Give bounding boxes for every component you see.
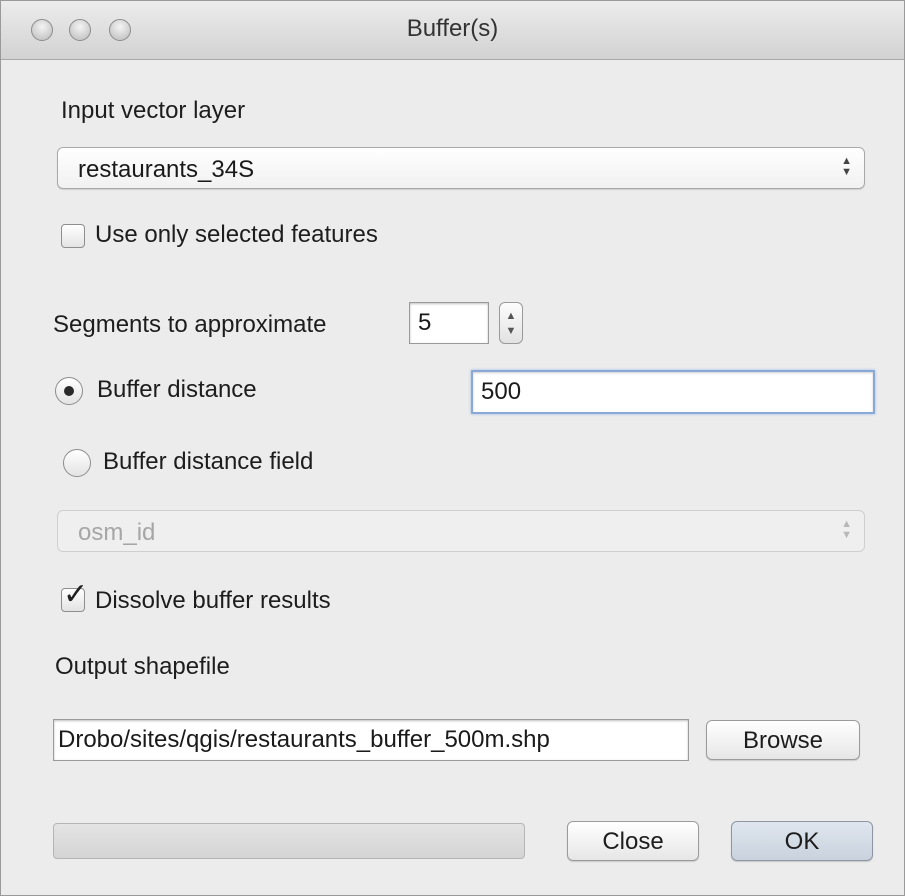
- close-button[interactable]: Close: [567, 821, 699, 861]
- browse-button[interactable]: Browse: [706, 720, 860, 760]
- buffer-distance-label: Buffer distance: [97, 376, 257, 403]
- input-layer-select[interactable]: restaurants_34S ▲ ▼: [57, 147, 865, 189]
- buffer-distance-field-label: Buffer distance field: [103, 448, 314, 475]
- segments-stepper[interactable]: ▲ ▼: [499, 302, 523, 344]
- input-layer-value: restaurants_34S: [78, 156, 255, 183]
- buffer-distance-input[interactable]: 500: [471, 370, 875, 414]
- use-selected-label: Use only selected features: [95, 221, 378, 248]
- use-selected-checkbox[interactable]: [61, 224, 85, 248]
- dissolve-checkbox[interactable]: ✓: [61, 580, 88, 612]
- stepper-down-icon[interactable]: ▼: [500, 326, 522, 337]
- segments-input[interactable]: 5: [409, 302, 489, 344]
- progress-bar: [53, 823, 525, 859]
- radio-selected-dot: [64, 386, 74, 396]
- buffer-distance-field-radio[interactable]: [63, 449, 91, 477]
- stepper-up-icon[interactable]: ▲: [500, 311, 522, 322]
- output-path-input[interactable]: Drobo/sites/qgis/restaurants_buffer_500m…: [53, 719, 689, 761]
- window-title: Buffer(s): [406, 15, 499, 42]
- select-arrows-icon: ▲ ▼: [841, 518, 852, 541]
- dissolve-label: Dissolve buffer results: [95, 587, 331, 614]
- title-bar[interactable]: Buffer(s): [1, 1, 904, 60]
- input-layer-label: Input vector layer: [61, 97, 246, 124]
- select-arrows-icon: ▲ ▼: [841, 155, 852, 178]
- distance-field-value: osm_id: [78, 519, 156, 546]
- output-shapefile-label: Output shapefile: [55, 653, 230, 680]
- distance-field-select[interactable]: osm_id ▲ ▼: [57, 510, 865, 552]
- segments-label: Segments to approximate: [53, 311, 327, 338]
- checkmark-icon: ✓: [63, 578, 89, 611]
- ok-button[interactable]: OK: [731, 821, 873, 861]
- buffer-distance-radio[interactable]: [55, 377, 83, 405]
- buffer-dialog: Buffer(s) Input vector layer restaurants…: [0, 0, 905, 896]
